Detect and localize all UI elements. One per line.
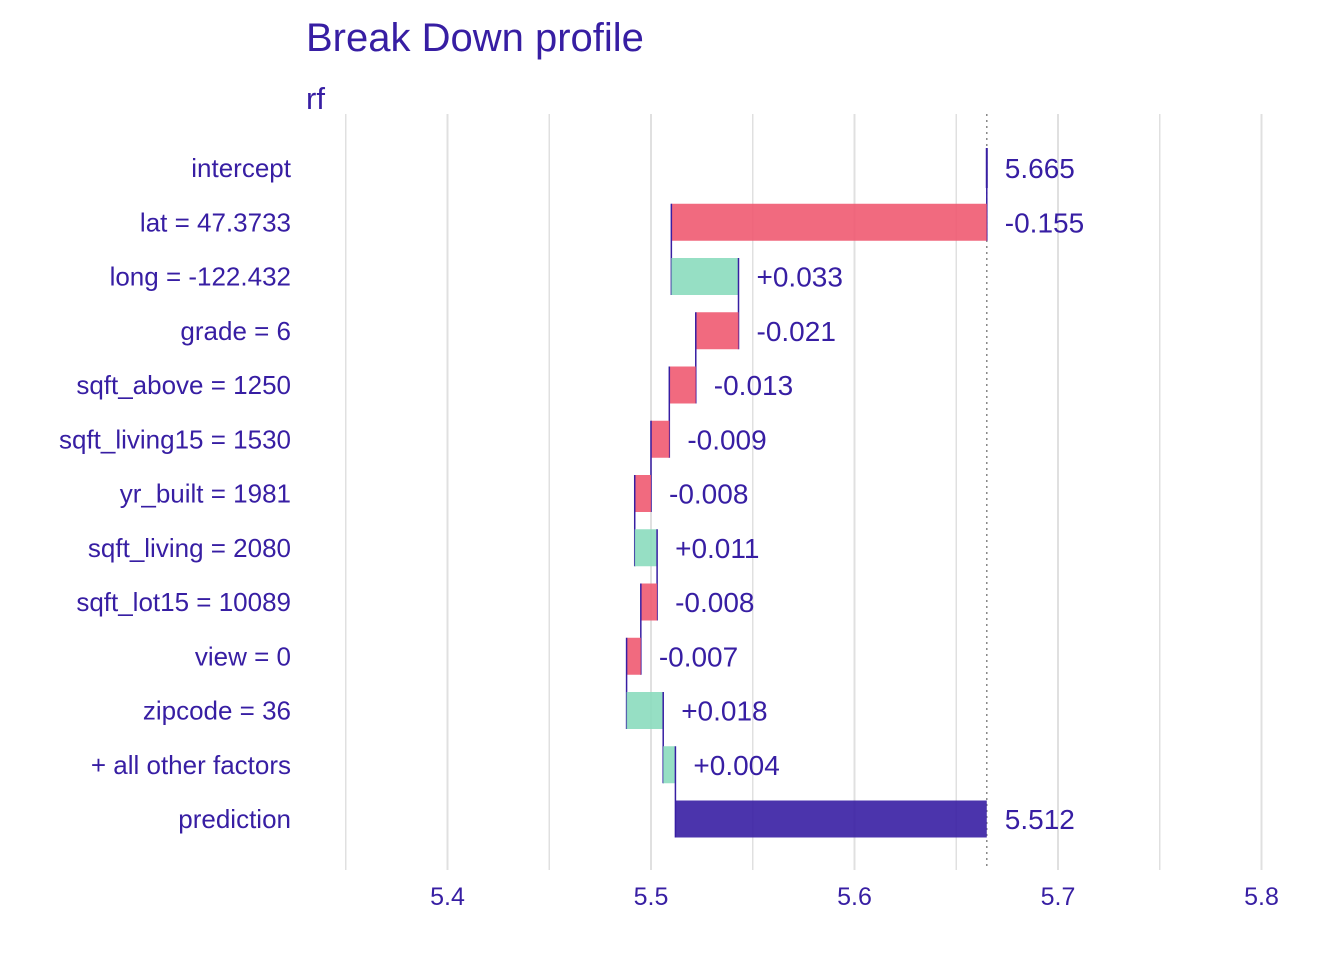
positive-contribution-bar <box>634 529 658 567</box>
category-label: lat = 47.3733 <box>140 207 291 237</box>
x-tick-label: 5.8 <box>1244 883 1279 911</box>
positive-contribution-bar <box>626 692 664 729</box>
value-label: -0.021 <box>757 316 836 347</box>
break-down-chart: Break Down profile rf intercept 5.665 lat … <box>59 16 1279 911</box>
value-label: -0.008 <box>675 587 754 618</box>
value-label: 5.665 <box>1005 153 1075 184</box>
chart-title: Break Down profile <box>306 16 644 60</box>
value-label: -0.009 <box>687 424 766 455</box>
negative-contribution-bar <box>651 420 670 458</box>
x-axis: 5.4 5.5 5.6 5.7 5.8 <box>430 883 1279 911</box>
negative-contribution-bar <box>640 583 658 621</box>
x-tick-label: 5.4 <box>430 883 465 911</box>
category-label: sqft_lot15 = 10089 <box>76 587 291 617</box>
category-label: intercept <box>191 153 291 183</box>
x-tick-label: 5.5 <box>634 883 669 911</box>
category-label: sqft_living15 = 1530 <box>59 424 291 454</box>
category-label: long = -122.432 <box>110 262 291 292</box>
positive-contribution-bar <box>671 258 739 295</box>
negative-contribution-bar <box>669 366 696 404</box>
chart-root: Break Down profile rf intercept 5.665 lat … <box>0 0 1344 960</box>
value-label: -0.007 <box>659 641 738 672</box>
positive-contribution-bar <box>663 746 676 784</box>
category-label: grade = 6 <box>180 316 291 346</box>
category-label: yr_built = 1981 <box>120 479 291 509</box>
chart-subtitle: rf <box>306 81 325 116</box>
value-label: -0.013 <box>714 370 793 401</box>
x-tick-label: 5.7 <box>1041 883 1076 911</box>
value-label: -0.008 <box>669 479 748 510</box>
negative-contribution-bar <box>626 637 641 675</box>
value-label: 5.512 <box>1005 804 1075 835</box>
category-label: sqft_above = 1250 <box>76 370 291 400</box>
value-label: -0.155 <box>1005 207 1084 238</box>
negative-contribution-bar <box>671 203 987 241</box>
category-label: zipcode = 36 <box>143 696 291 726</box>
value-label: +0.018 <box>681 696 767 727</box>
category-label: view = 0 <box>195 641 291 671</box>
category-label: sqft_living = 2080 <box>88 533 291 563</box>
value-label: +0.004 <box>693 750 779 781</box>
category-label: + all other factors <box>91 750 291 780</box>
category-label: prediction <box>178 804 291 834</box>
x-tick-label: 5.6 <box>837 883 872 911</box>
value-label: +0.011 <box>675 533 759 564</box>
negative-contribution-bar <box>634 475 651 512</box>
labels-layer: intercept 5.665 lat = 47.3733 -0.155 long = … <box>59 153 1084 835</box>
prediction-contribution-bar <box>675 800 987 838</box>
value-label: +0.033 <box>757 262 843 293</box>
negative-contribution-bar <box>695 312 739 350</box>
